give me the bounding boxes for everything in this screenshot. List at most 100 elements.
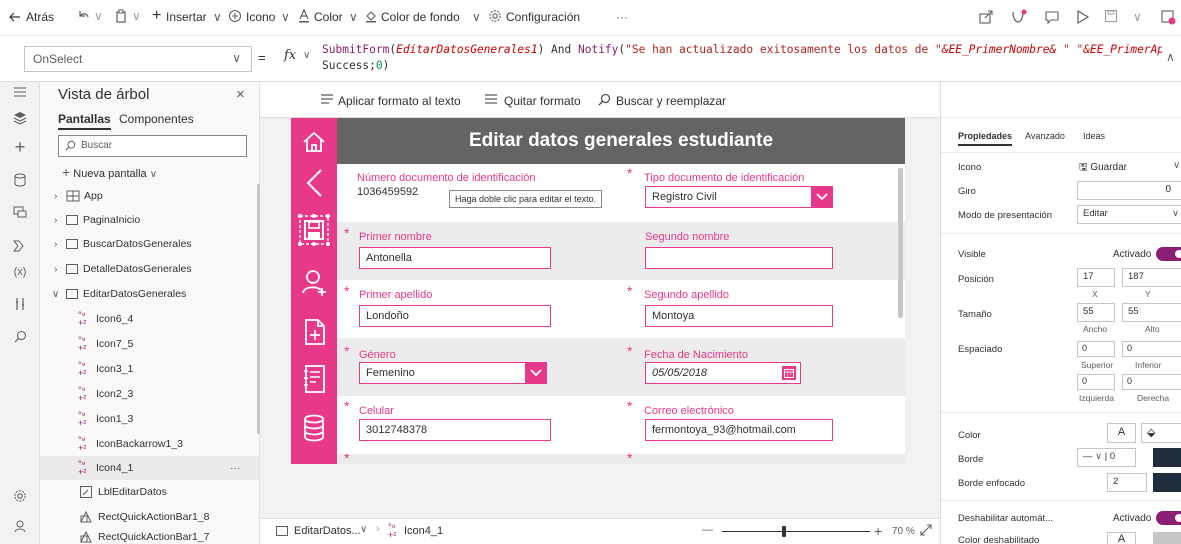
insert-button[interactable]: Insertar [166, 10, 207, 24]
back-button[interactable]: Atrás [26, 10, 54, 24]
remove-format-button[interactable]: Quitar formato [504, 94, 581, 108]
first-name-input[interactable]: Antonella [359, 247, 551, 269]
doc-number-value[interactable]: 1036459592 [357, 186, 418, 198]
disabled-color-button[interactable]: A [1107, 532, 1136, 544]
add-user-icon[interactable] [302, 268, 328, 298]
close-icon[interactable]: × [236, 86, 245, 103]
display-mode-dropdown[interactable]: Editar ∨ [1077, 205, 1181, 224]
tree-node-screen[interactable]: › PaginaInicio [40, 208, 259, 232]
zoom-slider[interactable] [722, 526, 870, 537]
plus-icon[interactable]: + [152, 7, 161, 25]
position-y-input[interactable]: 187 [1122, 268, 1181, 287]
fill-icon[interactable] [364, 9, 378, 23]
width-input[interactable]: 55 [1077, 303, 1115, 322]
formula-input[interactable]: SubmitForm(EditarDatosGenerales1) And No… [322, 42, 1162, 78]
tree-node-rectangle[interactable]: RectQuickActionBar1_8 [40, 505, 259, 529]
tab-components[interactable]: Componentes [119, 112, 194, 126]
save-icon[interactable] [1104, 9, 1118, 23]
chevron-down-icon[interactable]: ∨ [132, 9, 141, 23]
find-replace-button[interactable]: Buscar y reemplazar [616, 94, 726, 108]
padding-top-input[interactable]: 0 [1077, 341, 1115, 357]
tab-ideas[interactable]: Ideas [1083, 131, 1105, 141]
form-scrollbar[interactable] [898, 168, 903, 318]
zoom-in-button[interactable]: + [874, 523, 882, 539]
tree-node-app[interactable]: › App [40, 184, 259, 208]
save-icon[interactable] [298, 214, 330, 246]
phone-input[interactable]: 3012748378 [359, 419, 551, 441]
height-input[interactable]: 55 [1122, 303, 1181, 322]
fx-button[interactable]: fx [284, 48, 296, 63]
more-button[interactable]: ··· [616, 10, 628, 24]
format-text-button[interactable]: Aplicar formato al texto [338, 94, 461, 108]
app-checker-icon[interactable] [1010, 8, 1028, 26]
power-automate-icon[interactable] [10, 236, 30, 256]
tab-screens[interactable]: Pantallas [58, 112, 111, 130]
chevron-down-icon[interactable]: ∨ [94, 9, 103, 23]
text-color-button[interactable]: A [1107, 423, 1136, 443]
database-icon[interactable] [303, 414, 325, 442]
icon-button[interactable]: Icono [246, 10, 275, 24]
disabled-fill-swatch[interactable] [1153, 532, 1181, 544]
padding-right-input[interactable]: 0 [1122, 374, 1181, 390]
focused-border-color-swatch[interactable] [1153, 473, 1181, 492]
hamburger-menu-icon[interactable] [10, 82, 30, 102]
padding-bottom-input[interactable]: 0 [1122, 341, 1181, 357]
email-input[interactable]: fermontoya_93@hotmail.com [645, 419, 833, 441]
visible-toggle[interactable] [1156, 247, 1181, 261]
chevron-down-icon[interactable]: ∨ [303, 50, 310, 61]
color-button[interactable]: Color [314, 10, 343, 24]
tree-node-screen-expanded[interactable]: ∨ EditarDatosGenerales [40, 282, 259, 306]
settings-gear-icon[interactable] [10, 486, 30, 506]
add-document-icon[interactable] [304, 318, 326, 346]
border-color-swatch[interactable] [1153, 448, 1181, 467]
chevron-down-icon[interactable]: ∨ [281, 10, 290, 24]
breadcrumb-control[interactable]: Icon4_1 [404, 525, 443, 537]
paste-icon[interactable] [114, 9, 128, 23]
back-arrow-icon[interactable] [305, 168, 323, 198]
tree-node-icon[interactable]: °⁹ +² Icon6_4 [40, 307, 259, 331]
tree-node-screen[interactable]: › BuscarDatosGenerales [40, 232, 259, 256]
layers-icon[interactable] [10, 108, 30, 128]
settings-button[interactable]: Configuración [506, 10, 580, 24]
chevron-up-icon[interactable]: ∧ [1166, 50, 1175, 64]
virtual-agent-icon[interactable] [10, 516, 30, 536]
icon-prop-dropdown[interactable]: 🖫 Guardar ∨ [1077, 157, 1181, 176]
tab-advanced[interactable]: Avanzado [1025, 131, 1065, 141]
chevron-down-icon[interactable]: ∨ [213, 10, 222, 24]
chevron-down-icon[interactable]: ∨ [1133, 10, 1142, 24]
breadcrumb-screen[interactable]: EditarDatos... [294, 525, 361, 537]
tools-icon[interactable] [10, 294, 30, 314]
position-x-input[interactable]: 17 [1077, 268, 1115, 287]
chevron-down-icon[interactable]: ∨ [472, 10, 481, 24]
doc-type-dropdown[interactable]: Registro Civil [645, 186, 833, 208]
undo-icon[interactable] [76, 9, 90, 23]
new-screen-button[interactable]: + Nueva pantalla ∨ [62, 164, 157, 180]
focused-border-input[interactable]: 2 [1107, 473, 1147, 492]
auto-disable-toggle[interactable] [1156, 511, 1181, 525]
tree-node-rectangle[interactable]: RectQuickActionBar1_7 [40, 529, 259, 544]
share-icon[interactable] [978, 9, 994, 25]
gender-dropdown[interactable]: Femenino [359, 362, 547, 384]
padding-left-input[interactable]: 0 [1077, 374, 1115, 390]
tree-node-icon[interactable]: °⁹ +² Icon1_3 [40, 407, 259, 431]
home-icon[interactable] [302, 130, 326, 154]
gear-icon[interactable] [488, 9, 502, 23]
tree-node-icon[interactable]: °⁹ +² Icon2_3 [40, 382, 259, 406]
birth-date-picker[interactable]: 05/05/2018 [645, 362, 801, 384]
publish-icon[interactable] [1160, 9, 1176, 25]
comment-icon[interactable] [1044, 9, 1060, 25]
chevron-down-icon[interactable]: ∨ [360, 524, 367, 535]
data-icon[interactable] [10, 170, 30, 190]
tree-node-icon-selected[interactable]: °⁹ +² Icon4_1 ··· [40, 456, 259, 480]
insert-plus-icon[interactable]: + [10, 137, 30, 157]
tree-node-label-control[interactable]: LblEditarDatos [40, 480, 259, 504]
zoom-slider-thumb[interactable] [782, 526, 786, 537]
tab-properties[interactable]: Propiedades [958, 131, 1013, 146]
text-color-icon[interactable] [297, 8, 311, 24]
back-arrow-icon[interactable] [8, 10, 22, 24]
search-icon[interactable] [10, 326, 30, 346]
tree-node-screen[interactable]: › DetalleDatosGenerales [40, 257, 259, 281]
background-color-button[interactable]: Color de fondo [381, 10, 460, 24]
fit-to-window-icon[interactable] [920, 524, 932, 536]
tree-node-icon[interactable]: °⁹ +² IconBackarrow1_3 [40, 432, 259, 456]
